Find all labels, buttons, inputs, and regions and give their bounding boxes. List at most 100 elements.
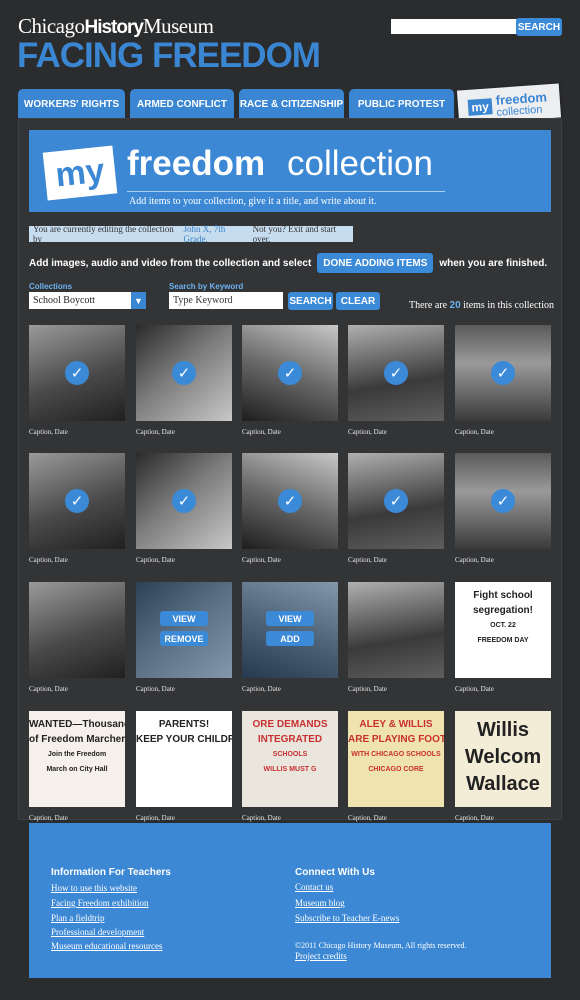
instructions-after: when you are finished. (439, 257, 548, 269)
collection-item-thumbnail[interactable]: ✓ (136, 325, 232, 421)
collection-item-thumbnail[interactable]: Fight school segregation! OCT. 22 FREEDOM D… (455, 582, 551, 678)
site-search-input[interactable] (391, 19, 517, 34)
poster-text: segregation! (472, 605, 533, 616)
footer-link-how-to-use[interactable]: How to use this website (51, 883, 137, 893)
logo-history: History (84, 17, 143, 38)
poster-text: Wallace (466, 773, 540, 795)
poster-text: ORE DEMANDS (252, 719, 328, 730)
collection-item-thumbnail[interactable]: ✓ (136, 453, 232, 549)
add-item-button[interactable]: ADD (266, 631, 314, 646)
view-item-button[interactable]: VIEW (266, 611, 314, 626)
checkmark-icon: ✓ (65, 489, 89, 513)
collection-item-thumbnail[interactable]: ALEY & WILLIS ARE PLAYING FOOTBALL WITH CH… (348, 711, 444, 807)
count-suffix: items in this collection (463, 300, 554, 311)
collection-item-thumbnail[interactable]: Willis Welcom Wallace (455, 711, 551, 807)
hover-overlay (242, 582, 338, 678)
item-caption: Caption, Date (136, 814, 175, 822)
poster-text: March on City Hall (46, 766, 108, 773)
item-caption: Caption, Date (29, 428, 68, 436)
poster-text: KEEP YOUR CHILDREN HOME JUNE 10 & 11 (136, 734, 232, 745)
poster-text: WITH CHICAGO SCHOOLS (351, 751, 441, 758)
footer-link-professional-development[interactable]: Professional development (51, 927, 144, 937)
collection-item-thumbnail[interactable] (29, 582, 125, 678)
done-adding-button[interactable]: DONE ADDING ITEMS (317, 253, 434, 273)
collection-item-thumbnail[interactable]: ✓ (455, 453, 551, 549)
item-caption: Caption, Date (455, 685, 494, 693)
collection-item-thumbnail[interactable] (348, 582, 444, 678)
count-number: 20 (449, 300, 461, 311)
tab-armed-conflict[interactable]: ARMED CONFLICT (130, 89, 234, 119)
footer: Information For Teachers How to use this… (29, 823, 551, 978)
tab-mfc-my: my (467, 98, 493, 116)
item-caption: Caption, Date (136, 685, 175, 693)
site-title: FACING FREEDOM (17, 36, 321, 75)
tab-public-protest[interactable]: PUBLIC PROTEST (349, 89, 454, 119)
footer-link-exhibition[interactable]: Facing Freedom exhibition (51, 898, 148, 908)
teachers-heading: Information For Teachers (51, 867, 171, 878)
collection-item-thumbnail[interactable]: ✓ (242, 325, 338, 421)
poster-text: OCT. 22 (490, 622, 516, 629)
keyword-input[interactable] (169, 292, 283, 309)
collection-item-thumbnail[interactable]: ✓ (348, 325, 444, 421)
view-item-button[interactable]: VIEW (160, 611, 208, 626)
checkmark-icon: ✓ (278, 361, 302, 385)
item-caption: Caption, Date (455, 428, 494, 436)
instructions: Add images, audio and video from the col… (29, 253, 547, 273)
banner-divider (127, 191, 445, 192)
item-caption: Caption, Date (242, 556, 281, 564)
poster-text: Willis (476, 719, 530, 741)
editing-author-link[interactable]: John X, 7th Grade. (183, 224, 249, 244)
item-caption: Caption, Date (455, 556, 494, 564)
footer-link-credits[interactable]: Project credits (295, 951, 347, 961)
collection-item-thumbnail[interactable]: ORE DEMANDS INTEGRATED SCHOOLS WILLIS MUST … (242, 711, 338, 807)
poster-text: of Freedom Marchers (29, 734, 125, 745)
collection-item-thumbnail[interactable]: ✓ (29, 325, 125, 421)
collection-item-thumbnail[interactable]: ✓ (455, 325, 551, 421)
connect-heading: Connect With Us (295, 867, 375, 878)
instructions-before: Add images, audio and video from the col… (29, 257, 312, 269)
item-caption: Caption, Date (136, 428, 175, 436)
checkmark-icon: ✓ (278, 489, 302, 513)
collection-item-thumbnail[interactable]: VIEW ADD (242, 582, 338, 678)
site-search-button[interactable]: SEARCH (516, 18, 562, 36)
poster-text: ARE PLAYING FOOTBALL (348, 734, 444, 745)
footer-link-subscribe[interactable]: Subscribe to Teacher E-news (295, 913, 399, 923)
hover-overlay (136, 582, 232, 678)
footer-link-educational-resources[interactable]: Museum educational resources (51, 941, 162, 951)
poster-text: INTEGRATED (257, 734, 323, 745)
collection-item-thumbnail[interactable]: PARENTS! KEEP YOUR CHILDREN HOME JUNE 10 … (136, 711, 232, 807)
poster-text: WANTED—Thousands (29, 719, 125, 730)
collection-item-thumbnail[interactable]: ✓ (348, 453, 444, 549)
collection-item-thumbnail[interactable]: WANTED—Thousands of Freedom Marchers Join … (29, 711, 125, 807)
checkmark-icon: ✓ (384, 489, 408, 513)
keyword-clear-button[interactable]: CLEAR (336, 292, 380, 310)
checkmark-icon: ✓ (491, 489, 515, 513)
collection-banner: my freedom collection Add items to your … (29, 130, 551, 212)
checkmark-icon: ✓ (65, 361, 89, 385)
poster-text: WILLIS MUST G (263, 766, 317, 773)
footer-link-contact[interactable]: Contact us (295, 882, 333, 892)
remove-item-button[interactable]: REMOVE (160, 631, 208, 646)
banner-freedom: freedom (127, 144, 266, 183)
item-caption: Caption, Date (242, 685, 281, 693)
collections-select[interactable]: School Boycott ▼ (29, 292, 146, 309)
tab-workers-rights[interactable]: WORKERS' RIGHTS (18, 89, 125, 119)
footer-link-blog[interactable]: Museum blog (295, 898, 345, 908)
collection-item-thumbnail[interactable]: VIEW REMOVE (136, 582, 232, 678)
count-prefix: There are (409, 300, 448, 311)
collection-item-thumbnail[interactable]: ✓ (242, 453, 338, 549)
poster-text: ALEY & WILLIS (359, 719, 433, 730)
item-caption: Caption, Date (136, 556, 175, 564)
item-caption: Caption, Date (242, 428, 281, 436)
collection-item-thumbnail[interactable]: ✓ (29, 453, 125, 549)
keyword-search-button[interactable]: SEARCH (288, 292, 333, 310)
item-caption: Caption, Date (348, 685, 387, 693)
poster-text: CHICAGO CORE (368, 766, 424, 773)
item-caption: Caption, Date (455, 814, 494, 822)
editing-exit-link[interactable]: Not you? Exit and start over. (253, 224, 353, 244)
checkmark-icon: ✓ (491, 361, 515, 385)
collections-select-value: School Boycott (33, 295, 95, 306)
chevron-down-icon[interactable]: ▼ (131, 292, 146, 309)
footer-link-fieldtrip[interactable]: Plan a fieldtrip (51, 913, 105, 923)
tab-race-citizenship[interactable]: RACE & CITIZENSHIP (239, 89, 344, 119)
